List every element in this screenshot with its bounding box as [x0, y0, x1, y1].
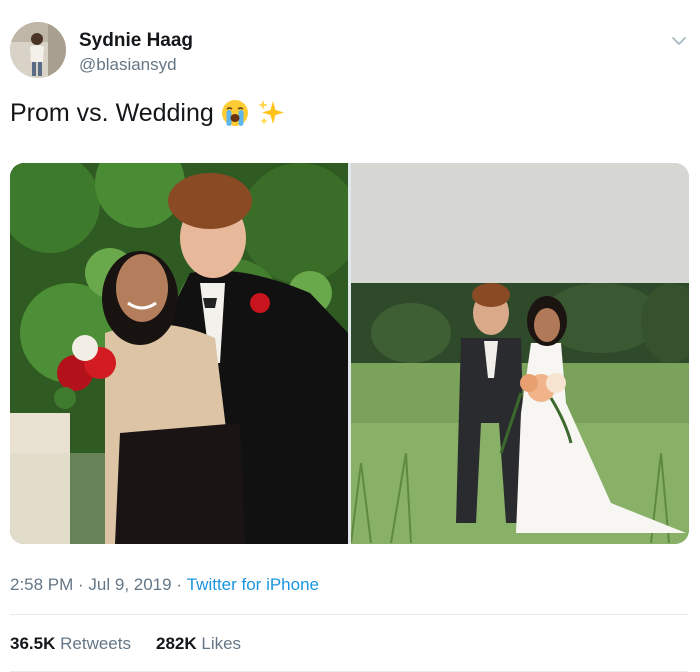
author-handle[interactable]: @blasiansyd — [79, 55, 177, 75]
avatar[interactable] — [10, 22, 66, 78]
tweet-text-content: Prom vs. Wedding — [10, 98, 214, 127]
prom-photo[interactable] — [10, 163, 348, 544]
tweet-meta: 2:58 PM · Jul 9, 2019 · Twitter for iPho… — [10, 575, 319, 595]
divider — [10, 614, 688, 615]
retweets-label: Retweets — [60, 634, 131, 653]
meta-separator: · — [73, 575, 89, 594]
wedding-photo[interactable] — [351, 163, 689, 544]
retweets-stat[interactable]: 36.5K Retweets — [10, 634, 131, 654]
chevron-down-icon[interactable] — [668, 30, 690, 52]
tweet-text: Prom vs. Wedding — [10, 98, 286, 128]
tweet-stats: 36.5K Retweets 282K Likes — [10, 634, 266, 654]
likes-label: Likes — [201, 634, 242, 653]
retweets-count: 36.5K — [10, 634, 56, 653]
author-name[interactable]: Sydnie Haag — [79, 30, 193, 52]
media-grid — [10, 163, 689, 544]
tweet-date[interactable]: Jul 9, 2019 — [88, 575, 171, 595]
loudly-crying-face-icon — [220, 98, 250, 128]
tweet-source-link[interactable]: Twitter for iPhone — [187, 575, 319, 595]
sparkles-icon — [256, 98, 286, 128]
meta-separator: · — [171, 575, 187, 594]
likes-count: 282K — [155, 634, 197, 653]
tweet-time[interactable]: 2:58 PM — [10, 575, 73, 595]
likes-stat[interactable]: 282K Likes — [156, 634, 241, 654]
tweet-card: Sydnie Haag @blasiansyd Prom vs. Wedding — [0, 0, 700, 672]
